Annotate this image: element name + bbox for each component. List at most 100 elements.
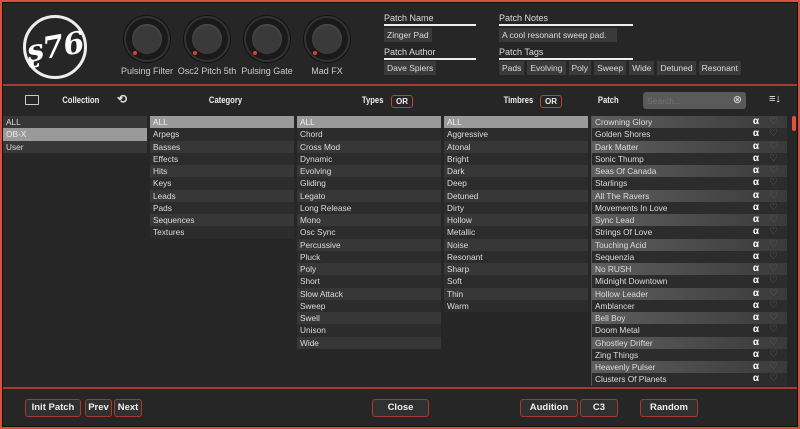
types-item[interactable]: Unison	[297, 324, 441, 337]
search-box[interactable]: ⊗	[643, 92, 746, 109]
audition-note-select[interactable]: C3	[580, 399, 618, 417]
favorite-heart-icon[interactable]: ♡	[769, 312, 778, 324]
patch-list-item[interactable]: Movements In Love α ♡	[592, 201, 787, 214]
patch-tag[interactable]: Resonant	[698, 61, 741, 75]
timbres-item[interactable]: Dirty	[444, 201, 588, 214]
patch-list-item[interactable]: Zing Things α ♡	[592, 348, 787, 361]
types-item[interactable]: Evolving	[297, 165, 441, 178]
search-input[interactable]	[643, 92, 723, 109]
favorite-heart-icon[interactable]: ♡	[769, 263, 778, 275]
folder-icon[interactable]	[25, 95, 39, 105]
sort-icon[interactable]: ≡↓	[769, 93, 781, 105]
patch-list-item[interactable]: Sync Lead α ♡	[592, 214, 787, 227]
category-item[interactable]: Basses	[150, 140, 294, 153]
patch-tag[interactable]: Evolving	[527, 61, 566, 75]
patch-list-item[interactable]: Golden Shores α ♡	[592, 128, 787, 141]
next-button[interactable]: Next	[114, 399, 142, 417]
patch-list-item[interactable]: Clusters Of Planets α ♡	[592, 373, 787, 386]
types-item[interactable]: Slow Attack	[297, 287, 441, 300]
patch-tag[interactable]: Sweep	[594, 61, 627, 75]
category-item[interactable]: Keys	[150, 177, 294, 190]
favorite-heart-icon[interactable]: ♡	[769, 288, 778, 300]
category-item[interactable]: Textures	[150, 226, 294, 239]
category-item[interactable]: Hits	[150, 165, 294, 178]
knob-osc2-pitch[interactable]	[184, 16, 230, 62]
patch-list-item[interactable]: Bell Boy α ♡	[592, 312, 787, 325]
timbres-item[interactable]: Sharp	[444, 263, 588, 276]
patch-list-item[interactable]: All The Ravers α ♡	[592, 189, 787, 202]
patch-list-item[interactable]: Seas Of Canada α ♡	[592, 165, 787, 178]
favorite-heart-icon[interactable]: ♡	[769, 239, 778, 251]
collection-item[interactable]: User	[3, 140, 147, 153]
timbres-item[interactable]: Aggressive	[444, 128, 588, 141]
types-item[interactable]: Legato	[297, 189, 441, 202]
types-item[interactable]: Cross Mod	[297, 140, 441, 153]
patch-list-item[interactable]: Midnight Downtown α ♡	[592, 275, 787, 288]
timbres-item[interactable]: Warm	[444, 299, 588, 312]
favorite-heart-icon[interactable]: ♡	[769, 202, 778, 214]
timbres-item[interactable]: Bright	[444, 152, 588, 165]
collection-item[interactable]: ALL	[3, 116, 147, 129]
favorite-heart-icon[interactable]: ♡	[769, 361, 778, 373]
patch-tag[interactable]: Poly	[568, 61, 592, 75]
favorite-heart-icon[interactable]: ♡	[769, 324, 778, 336]
prev-button[interactable]: Prev	[85, 399, 112, 417]
knob-pulsing-filter[interactable]	[124, 16, 170, 62]
favorite-heart-icon[interactable]: ♡	[769, 275, 778, 287]
favorite-heart-icon[interactable]: ♡	[769, 251, 778, 263]
patch-list-item[interactable]: Doom Metal α ♡	[592, 324, 787, 337]
types-item[interactable]: Long Release	[297, 201, 441, 214]
timbres-item[interactable]: Deep	[444, 177, 588, 190]
timbres-item[interactable]: Metallic	[444, 226, 588, 239]
patch-list-item[interactable]: Heavenly Pulser α ♡	[592, 361, 787, 374]
audition-button[interactable]: Audition	[520, 399, 578, 417]
patch-list-item[interactable]: Sequenzia α ♡	[592, 250, 787, 263]
category-item[interactable]: Arpegs	[150, 128, 294, 141]
types-item[interactable]: Swell	[297, 312, 441, 325]
favorite-heart-icon[interactable]: ♡	[769, 349, 778, 361]
random-button[interactable]: Random	[640, 399, 698, 417]
timbres-item[interactable]: Thin	[444, 287, 588, 300]
favorite-heart-icon[interactable]: ♡	[769, 226, 778, 238]
patch-list-item[interactable]: Starlings α ♡	[592, 177, 787, 190]
types-item[interactable]: Poly	[297, 263, 441, 276]
timbres-item[interactable]: Atonal	[444, 140, 588, 153]
init-patch-button[interactable]: Init Patch	[25, 399, 81, 417]
types-item[interactable]: Gliding	[297, 177, 441, 190]
types-item[interactable]: Short	[297, 275, 441, 288]
category-item[interactable]: Sequences	[150, 214, 294, 227]
favorite-heart-icon[interactable]: ♡	[769, 153, 778, 165]
timbres-item[interactable]: Noise	[444, 238, 588, 251]
types-item[interactable]: Pluck	[297, 250, 441, 263]
close-button[interactable]: Close	[372, 399, 429, 417]
timbres-item[interactable]: Detuned	[444, 189, 588, 202]
patch-author-field[interactable]: Dave Spiers	[384, 61, 437, 75]
patch-list-item[interactable]: Strings Of Love α ♡	[592, 226, 787, 239]
types-or-toggle[interactable]: OR	[391, 95, 413, 108]
types-item[interactable]: Mono	[297, 214, 441, 227]
patch-tag[interactable]: Detuned	[657, 61, 696, 75]
types-item[interactable]: Wide	[297, 336, 441, 349]
types-item[interactable]: Sweep	[297, 299, 441, 312]
collection-item[interactable]: OB-X	[3, 128, 147, 141]
types-item[interactable]: Percussive	[297, 238, 441, 251]
timbres-item[interactable]: Hollow	[444, 214, 588, 227]
timbres-item[interactable]: Soft	[444, 275, 588, 288]
patch-list-item[interactable]: Ghostley Drifter α ♡	[592, 336, 787, 349]
patch-list-item[interactable]: No RUSH α ♡	[592, 263, 787, 276]
knob-mad-fx[interactable]	[304, 16, 350, 62]
favorite-heart-icon[interactable]: ♡	[769, 165, 778, 177]
knob-pulsing-gate[interactable]	[244, 16, 290, 62]
category-item[interactable]: Pads	[150, 201, 294, 214]
types-item[interactable]: Chord	[297, 128, 441, 141]
patch-list-item[interactable]: Crowning Glory α ♡	[592, 116, 787, 129]
timbres-or-toggle[interactable]: OR	[540, 95, 562, 108]
types-item[interactable]: Dynamic	[297, 152, 441, 165]
category-item[interactable]: ALL	[150, 116, 294, 129]
timbres-item[interactable]: ALL	[444, 116, 588, 129]
patch-list-item[interactable]: Amblancer α ♡	[592, 299, 787, 312]
scrollbar[interactable]	[792, 116, 796, 131]
patch-list-item[interactable]: Sonic Thump α ♡	[592, 152, 787, 165]
patch-name-field[interactable]: Zinger Pad	[384, 28, 432, 42]
favorite-heart-icon[interactable]: ♡	[769, 141, 778, 153]
